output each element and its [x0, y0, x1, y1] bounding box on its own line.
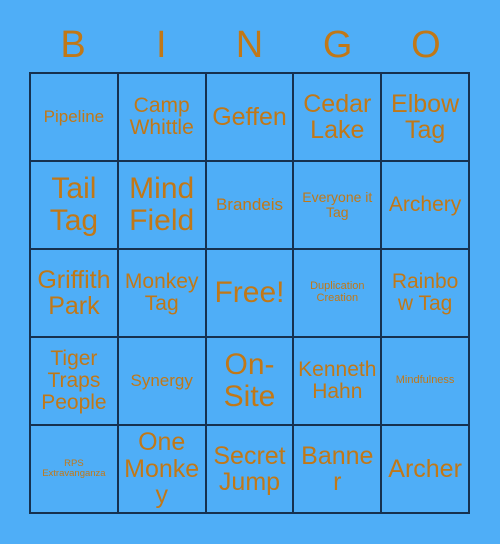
header-letter-g-text: G [322, 24, 353, 66]
bingo-cell-r1c3[interactable]: Everyone it Tag [294, 162, 383, 250]
bingo-cell-r2c1[interactable]: Monkey Tag [118, 250, 207, 338]
header-letter-o-text: O [411, 24, 441, 66]
header-letter-i: I [117, 18, 205, 72]
bingo-cell-label: Archery [388, 192, 462, 216]
bingo-cell-r4c1[interactable]: One Monkey [118, 426, 207, 514]
bingo-header-row: B I N G O [29, 18, 470, 72]
bingo-cell-r1c0[interactable]: Tail Tag [31, 162, 119, 250]
bingo-cell-r0c1[interactable]: Camp Whittle [118, 74, 207, 162]
bingo-cell-label: Brandeis [215, 194, 284, 214]
bingo-cell-label: Tiger Traps People [41, 346, 107, 415]
bingo-cell-r3c1[interactable]: Synergy [118, 338, 207, 426]
bingo-cell-label: Rainbow Tag [391, 269, 459, 315]
bingo-cell-r2c0[interactable]: Griffith Park [31, 250, 119, 338]
bingo-cell-free-space[interactable]: Free! [206, 250, 295, 338]
bingo-cell-r1c4[interactable]: Archery [382, 162, 470, 250]
bingo-cell-r3c0[interactable]: Tiger Traps People [31, 338, 119, 426]
bingo-cell-label: Tail Tag [49, 172, 99, 237]
bingo-cell-label: Camp Whittle [129, 93, 194, 139]
bingo-cell-label: Mindfulness [395, 374, 455, 387]
bingo-cell-r4c4[interactable]: Archer [382, 426, 470, 514]
bingo-cell-label: Mind Field [129, 172, 195, 237]
bingo-cell-label: Kenneth Hahn [298, 357, 377, 403]
bingo-cell-label: Monkey Tag [124, 269, 199, 315]
bingo-cell-label: Secret Jump [213, 441, 286, 496]
bingo-cell-label: One Monkey [124, 428, 200, 510]
bingo-cell-r3c3[interactable]: Kenneth Hahn [294, 338, 383, 426]
bingo-cell-label: Pipeline [43, 106, 105, 126]
header-letter-b-text: B [60, 24, 86, 66]
bingo-cell-label: Banner [301, 441, 374, 496]
bingo-cell-r4c0[interactable]: RPS Extravanganza [31, 426, 119, 514]
bingo-cell-label: On-Site [223, 348, 276, 413]
bingo-cell-r4c3[interactable]: Banner [294, 426, 383, 514]
bingo-cell-r2c3[interactable]: Duplication Creation [294, 250, 383, 338]
bingo-cell-label: Everyone it Tag [302, 189, 373, 220]
bingo-cell-r3c4[interactable]: Mindfulness [382, 338, 470, 426]
header-letter-b: B [29, 18, 117, 72]
bingo-cell-r0c0[interactable]: Pipeline [31, 74, 119, 162]
bingo-cell-label: Duplication Creation [310, 280, 365, 304]
header-letter-g: G [294, 18, 382, 72]
bingo-cell-label: Synergy [130, 370, 193, 390]
bingo-cell-r2c4[interactable]: Rainbow Tag [382, 250, 470, 338]
bingo-cell-r3c2[interactable]: On-Site [206, 338, 295, 426]
header-letter-n-text: N [235, 24, 264, 66]
header-letter-i-text: I [156, 24, 167, 66]
bingo-cell-label: RPS Extravanganza [42, 457, 106, 479]
bingo-cell-label: Elbow Tag [391, 89, 460, 144]
bingo-cell-r1c1[interactable]: Mind Field [118, 162, 207, 250]
bingo-cell-r4c2[interactable]: Secret Jump [206, 426, 295, 514]
bingo-free-space-label: Free! [214, 276, 285, 310]
bingo-cell-label: Griffith Park [37, 265, 111, 320]
bingo-cell-r0c4[interactable]: Elbow Tag [382, 74, 470, 162]
bingo-cell-label: Archer [388, 454, 462, 483]
header-letter-n: N [205, 18, 293, 72]
bingo-cell-r0c3[interactable]: Cedar Lake [294, 74, 383, 162]
bingo-cell-label: Cedar Lake [303, 89, 372, 144]
header-letter-o: O [382, 18, 470, 72]
bingo-cell-r1c2[interactable]: Brandeis [206, 162, 295, 250]
bingo-grid: Pipeline Camp Whittle Geffen Cedar Lake … [29, 72, 470, 514]
bingo-cell-label: Geffen [212, 102, 287, 131]
bingo-card: B I N G O Pipeline Camp Whittle Geffen C… [0, 0, 500, 544]
bingo-cell-r0c2[interactable]: Geffen [206, 74, 295, 162]
